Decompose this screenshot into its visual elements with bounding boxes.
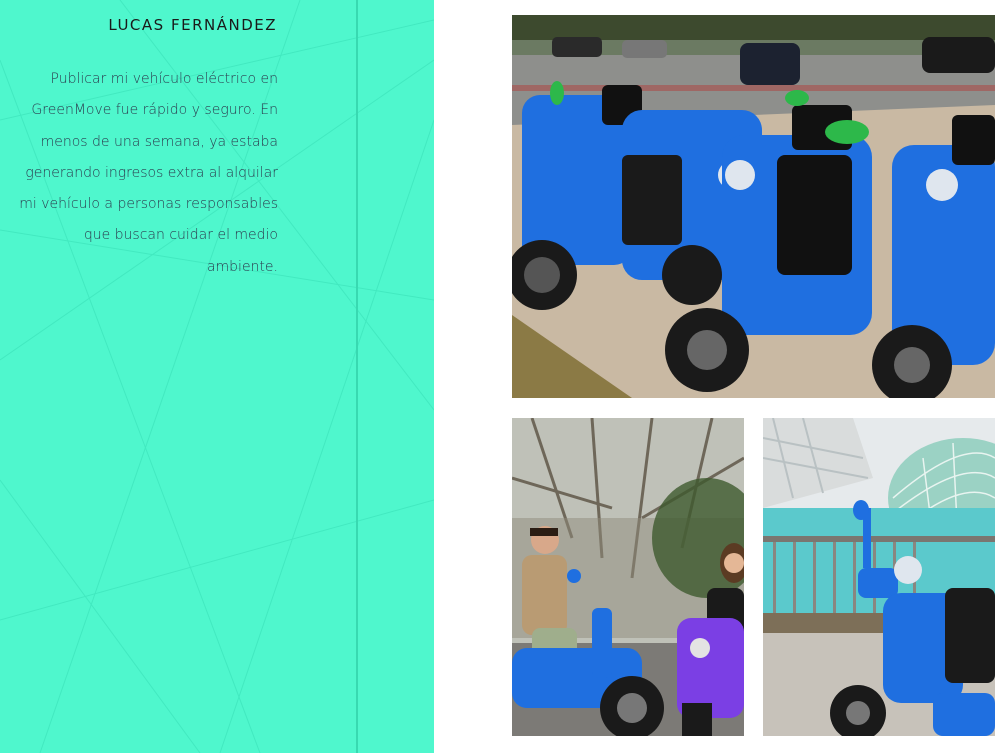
quote-line: GreenMove fue rápido y seguro. En <box>31 102 278 119</box>
divider-line <box>356 0 358 753</box>
quote-line: Publicar mi vehículo eléctrico en <box>50 71 278 87</box>
riders-photo[interactable] <box>512 418 744 736</box>
testimonial-panel: LUCAS FERNÁNDEZ Publicar mi vehículo elé… <box>0 0 434 753</box>
city-scooter-photo[interactable] <box>763 418 995 736</box>
quote-line: menos de una semana, ya estaba <box>40 133 278 150</box>
testimonial-author: LUCAS FERNÁNDEZ <box>108 16 277 34</box>
city-scooter-image <box>763 418 995 736</box>
scooter-fleet-photo[interactable] <box>512 15 995 398</box>
riders-image <box>512 418 744 736</box>
scooter-fleet-image <box>512 15 995 398</box>
quote-line: que buscan cuidar el medio ambiente. <box>83 227 278 275</box>
quote-line: mi vehículo a personas responsables <box>19 196 278 213</box>
quote-line: generando ingresos extra al alquilar <box>25 164 278 181</box>
testimonial-quote: Publicar mi vehículo eléctrico en GreenM… <box>10 64 278 283</box>
